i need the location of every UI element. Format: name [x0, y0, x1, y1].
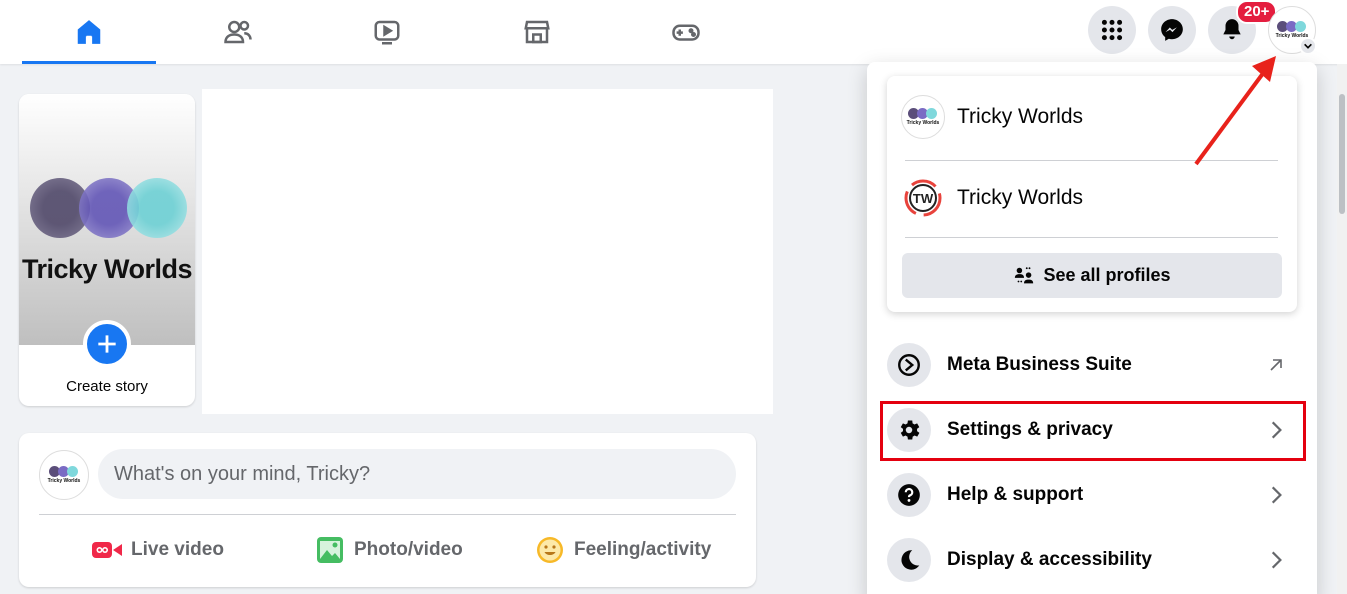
photo-icon — [317, 537, 343, 563]
status-input[interactable]: What's on your mind, Tricky? — [98, 449, 736, 499]
tab-friends[interactable] — [171, 0, 305, 64]
composer-logo-text: Tricky Worlds — [47, 478, 81, 484]
feeling-activity-button[interactable]: Feeling/activity — [534, 535, 711, 565]
menu-item-label: Meta Business Suite — [947, 354, 1132, 375]
plus-icon — [98, 335, 116, 353]
feeling-activity-label: Feeling/activity — [574, 539, 712, 560]
moon-icon — [887, 538, 931, 582]
tab-marketplace[interactable] — [470, 0, 604, 64]
profiles-card: Tricky Worlds Tricky Worlds TW Tricky Wo… — [887, 76, 1297, 312]
top-navigation-bar: 20+ Tricky Worlds — [0, 0, 1347, 64]
account-avatar-button[interactable]: Tricky Worlds — [1268, 6, 1317, 55]
see-all-profiles-label: See all profiles — [1043, 265, 1171, 285]
profile-logo-text: Tricky Worlds — [906, 120, 940, 126]
gear-icon — [887, 408, 931, 452]
menu-button[interactable] — [1088, 6, 1136, 54]
chevron-right-icon — [1261, 545, 1291, 575]
notifications-button[interactable]: 20+ — [1208, 0, 1278, 54]
menu-item-label: Settings & privacy — [947, 419, 1113, 440]
menu-item-help-support[interactable]: Help & support — [887, 469, 1297, 521]
external-arrow-icon — [1261, 350, 1291, 380]
feeling-icon — [537, 537, 563, 563]
profile-name: Tricky Worlds — [957, 105, 1083, 128]
photo-video-button[interactable]: Photo/video — [314, 535, 463, 565]
help-icon — [887, 473, 931, 517]
home-icon — [77, 20, 101, 44]
composer-divider — [39, 514, 736, 515]
svg-text:TW: TW — [913, 191, 934, 206]
story-circle-3 — [127, 178, 187, 238]
marketplace-icon — [524, 20, 550, 44]
avatar: TW — [901, 176, 945, 220]
see-all-profiles-button[interactable]: See all profiles — [902, 253, 1282, 298]
live-video-button[interactable]: Live video — [91, 535, 224, 565]
live-video-label: Live video — [131, 539, 224, 560]
tab-gaming[interactable] — [619, 0, 753, 64]
menu-item-label: Display & accessibility — [947, 549, 1152, 570]
watch-icon — [374, 20, 400, 45]
tab-watch[interactable] — [320, 0, 454, 64]
add-story-button[interactable] — [83, 320, 131, 368]
scrollbar-thumb[interactable] — [1339, 94, 1345, 214]
profile-row-tw[interactable]: TW Tricky Worlds — [901, 174, 1281, 222]
avatar: Tricky Worlds — [47, 464, 81, 486]
avatar: Tricky Worlds — [901, 95, 945, 139]
gaming-icon — [672, 24, 700, 41]
profile-name: Tricky Worlds — [957, 186, 1083, 209]
tw-logo: TW — [904, 179, 942, 217]
messenger-icon — [1161, 19, 1183, 41]
chevron-right-icon — [1261, 415, 1291, 445]
messenger-button[interactable] — [1148, 6, 1196, 54]
menu-item-settings-privacy[interactable]: Settings & privacy — [887, 404, 1297, 456]
grid-menu-icon — [1101, 19, 1123, 41]
story-cover-image: Tricky Worlds — [19, 94, 195, 345]
profile-row-tricky-worlds[interactable]: Tricky Worlds Tricky Worlds — [901, 93, 1281, 141]
create-story-card[interactable]: Tricky Worlds Create story — [19, 94, 195, 406]
live-video-icon — [92, 542, 122, 558]
tricky-worlds-logo: Tricky Worlds — [906, 106, 940, 128]
create-story-label: Create story — [66, 378, 148, 395]
profiles-divider — [905, 237, 1278, 238]
chevron-right-icon — [1261, 480, 1291, 510]
profiles-icon — [1015, 266, 1034, 283]
photo-video-label: Photo/video — [354, 539, 463, 560]
stories-panel — [202, 89, 773, 414]
page-scrollbar[interactable] — [1337, 64, 1347, 594]
account-dropdown-menu: Tricky Worlds Tricky Worlds TW Tricky Wo… — [867, 62, 1317, 594]
tab-home[interactable] — [22, 0, 156, 64]
composer-avatar[interactable]: Tricky Worlds — [39, 450, 89, 500]
story-title: Tricky Worlds — [21, 254, 193, 284]
friends-icon — [224, 20, 252, 44]
menu-item-label: Help & support — [947, 484, 1084, 505]
post-composer: Tricky Worlds What's on your mind, Trick… — [19, 433, 756, 587]
chevron-down-icon[interactable] — [1299, 37, 1317, 55]
profiles-divider — [905, 160, 1278, 161]
meta-business-icon — [887, 343, 931, 387]
menu-item-meta-business-suite[interactable]: Meta Business Suite — [887, 339, 1297, 391]
menu-item-display-accessibility[interactable]: Display & accessibility — [887, 534, 1297, 586]
